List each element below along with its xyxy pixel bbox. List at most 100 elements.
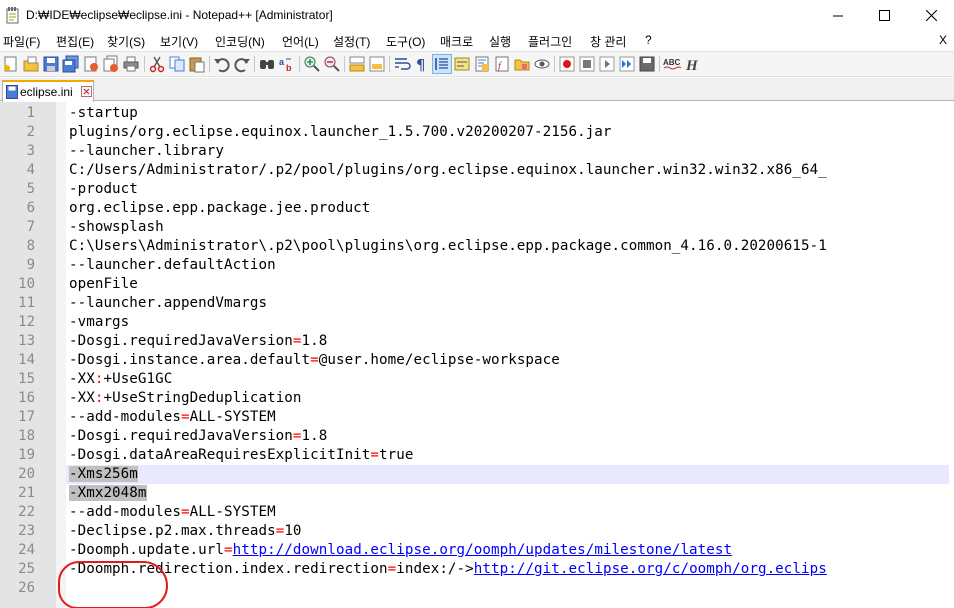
code-line[interactable]: 5 -product [0,180,954,199]
stop-macro-icon[interactable] [578,55,596,73]
line-text[interactable]: -Xmx2048m [69,484,147,503]
save-all-icon[interactable] [62,55,80,73]
line-text[interactable]: C:/Users/Administrator/.p2/pool/plugins/… [69,161,827,180]
sync-horizontal-icon[interactable] [368,55,386,73]
line-text[interactable]: -vmargs [69,313,129,332]
doc-map-icon[interactable] [473,55,491,73]
line-text[interactable]: -Dosgi.requiredJavaVersion=1.8 [69,427,327,446]
replace-icon[interactable]: ab [278,55,296,73]
run-macro-multiple-icon[interactable] [618,55,636,73]
menu-encoding[interactable]: 인코딩(N) [215,33,265,50]
code-line[interactable]: 16 -XX:+UseStringDeduplication [0,389,954,408]
code-line[interactable]: 3 --launcher.library [0,142,954,161]
play-macro-icon[interactable] [598,55,616,73]
new-file-icon[interactable] [2,55,20,73]
code-line[interactable]: 19 -Dosgi.dataAreaRequiresExplicitInit=tr… [0,446,954,465]
code-line[interactable]: 6 org.eclipse.epp.package.jee.product [0,199,954,218]
code-line[interactable]: 17 --add-modules=ALL-SYSTEM [0,408,954,427]
line-text[interactable]: org.eclipse.epp.package.jee.product [69,199,370,218]
monitoring-icon[interactable] [533,55,551,73]
line-text[interactable]: -XX:+UseG1GC [69,370,172,389]
show-all-chars-icon[interactable]: ¶ [413,55,431,73]
line-text[interactable]: --add-modules=ALL-SYSTEM [69,503,276,522]
menu-settings[interactable]: 설정(T) [333,33,370,50]
folder-workspace-icon[interactable] [513,55,531,73]
code-line[interactable]: 8 C:\Users\Administrator\.p2\pool\plugins… [0,237,954,256]
menu-run[interactable]: 실행 [489,33,511,50]
line-text[interactable]: -Dosgi.dataAreaRequiresExplicitInit=true [69,446,413,465]
zoom-in-icon[interactable] [303,55,321,73]
code-line[interactable]: 2 plugins/org.eclipse.equinox.launcher_1.… [0,123,954,142]
menu-search[interactable]: 찾기(S) [107,33,145,50]
close-all-icon[interactable] [102,55,120,73]
line-text[interactable]: --launcher.defaultAction [69,256,276,275]
word-wrap-icon[interactable] [393,55,411,73]
menu-edit[interactable]: 편집(E) [56,33,94,50]
code-line[interactable]: 10 openFile [0,275,954,294]
user-lang-icon[interactable] [453,55,471,73]
url-link[interactable]: http://git.eclipse.org/c/oomph/org.eclip… [474,561,827,577]
line-text[interactable]: plugins/org.eclipse.equinox.launcher_1.5… [69,123,612,142]
cut-icon[interactable] [148,55,166,73]
menu-window[interactable]: 창 관리 [590,33,626,50]
code-line[interactable]: 11 --launcher.appendVmargs [0,294,954,313]
code-line[interactable]: 4 C:/Users/Administrator/.p2/pool/plugins… [0,161,954,180]
menu-close-doc[interactable]: X [939,33,947,47]
line-text[interactable]: --launcher.library [69,142,224,161]
code-line[interactable]: 24 -Doomph.update.url=http://download.ecl… [0,541,954,560]
line-text[interactable]: -Dosgi.requiredJavaVersion=1.8 [69,332,327,351]
menu-tools[interactable]: 도구(O) [386,33,425,50]
minimize-button[interactable] [815,0,861,31]
tab-eclipse-ini[interactable]: eclipse.ini [2,80,94,102]
menu-view[interactable]: 보기(V) [160,33,198,50]
line-text[interactable]: openFile [69,275,138,294]
zoom-out-icon[interactable] [323,55,341,73]
record-macro-icon[interactable] [558,55,576,73]
close-window-button[interactable] [908,0,954,31]
line-text[interactable]: -Declipse.p2.max.threads=10 [69,522,302,541]
print-icon[interactable] [122,55,140,73]
code-line[interactable]: 9 --launcher.defaultAction [0,256,954,275]
function-list-icon[interactable]: f [493,55,511,73]
url-link[interactable]: http://download.eclipse.org/oomph/update… [233,542,732,558]
line-text[interactable]: -XX:+UseStringDeduplication [69,389,302,408]
line-text[interactable]: -Doomph.update.url=http://download.eclip… [69,541,732,560]
code-line[interactable]: 1 -startup [0,104,954,123]
line-text[interactable]: -showsplash [69,218,164,237]
hex-icon[interactable]: H [683,55,701,73]
line-text[interactable]: -product [69,180,138,199]
code-line[interactable]: 14 -Dosgi.instance.area.default=@user.hom… [0,351,954,370]
code-line[interactable]: 18 -Dosgi.requiredJavaVersion=1.8 [0,427,954,446]
close-icon[interactable] [82,55,100,73]
save-macro-icon[interactable] [638,55,656,73]
paste-icon[interactable] [188,55,206,73]
spell-check-icon[interactable]: ABC [663,55,681,73]
code-line[interactable]: 21 -Xmx2048m [0,484,954,503]
line-text[interactable]: C:\Users\Administrator\.p2\pool\plugins\… [69,237,827,256]
copy-icon[interactable] [168,55,186,73]
find-icon[interactable] [258,55,276,73]
menu-macro[interactable]: 매크로 [440,33,473,50]
line-text[interactable]: -Xms256m [69,465,138,484]
undo-icon[interactable] [213,55,231,73]
code-line[interactable]: 20 -Xms256m [0,465,954,484]
close-tab-icon[interactable] [81,86,92,97]
code-line[interactable]: 7 -showsplash [0,218,954,237]
code-line[interactable]: 22 --add-modules=ALL-SYSTEM [0,503,954,522]
menu-help[interactable]: ? [645,33,652,47]
sync-vertical-icon[interactable] [348,55,366,73]
maximize-button[interactable] [861,0,907,31]
line-text[interactable]: -Doomph.redirection.index.redirection=in… [69,560,827,579]
code-line[interactable]: 15 -XX:+UseG1GC [0,370,954,389]
menu-file[interactable]: 파일(F) [3,33,40,50]
code-line[interactable]: 12 -vmargs [0,313,954,332]
line-text[interactable]: --launcher.appendVmargs [69,294,267,313]
line-text[interactable]: -startup [69,104,138,123]
save-icon[interactable] [42,55,60,73]
open-file-icon[interactable] [22,55,40,73]
menu-plugins[interactable]: 플러그인 [528,33,572,50]
redo-icon[interactable] [233,55,251,73]
code-line[interactable]: 13 -Dosgi.requiredJavaVersion=1.8 [0,332,954,351]
line-text[interactable]: -Dosgi.instance.area.default=@user.home/… [69,351,560,370]
editor[interactable]: 1 -startup 2 plugins/org.eclipse.equinox.la… [0,102,954,608]
